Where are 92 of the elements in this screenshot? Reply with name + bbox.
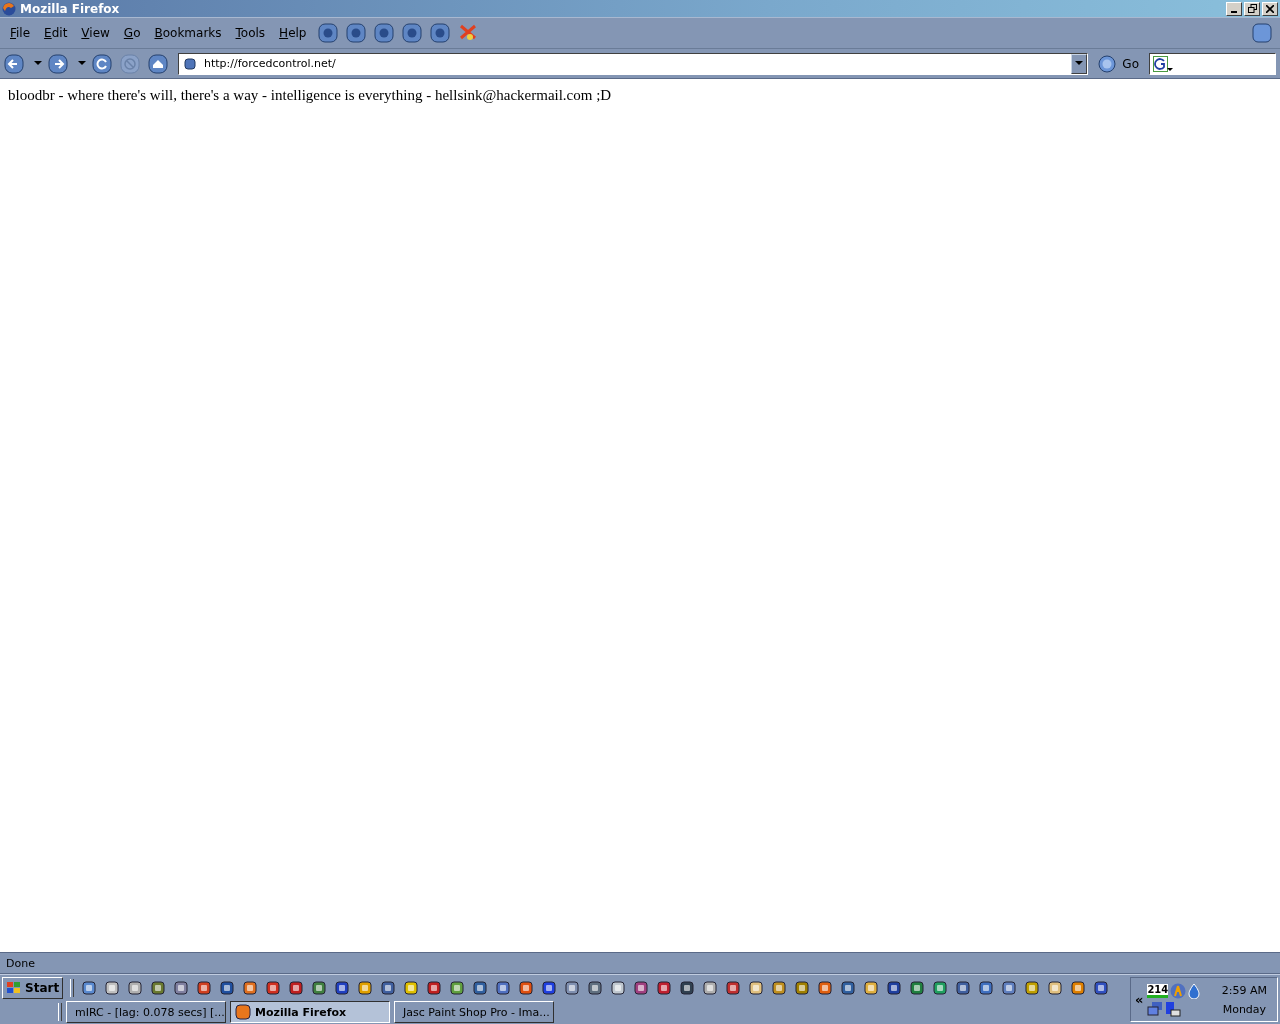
quick-launch-icon[interactable] — [518, 980, 535, 996]
go-button[interactable]: Go — [1092, 54, 1145, 73]
toolbar-round-icon[interactable] — [346, 23, 367, 43]
menu-item[interactable]: Tools — [229, 26, 274, 40]
taskbar-button[interactable]: Jasc Paint Shop Pro - Ima... — [394, 1001, 554, 1023]
window-title: Mozilla Firefox — [20, 1, 120, 16]
quick-launch-icon[interactable] — [219, 980, 236, 996]
quick-launch-icon[interactable] — [426, 980, 443, 996]
status-text: Done — [6, 956, 35, 970]
quick-launch-icon[interactable] — [334, 980, 351, 996]
taskbar-button[interactable]: Mozilla Firefox — [230, 1001, 390, 1023]
quick-launch-icon[interactable] — [863, 980, 880, 996]
windows-logo-icon — [6, 981, 22, 995]
quick-launch-icon[interactable] — [472, 980, 489, 996]
expand-tray-button[interactable]: « — [1135, 992, 1144, 1007]
quick-launch-icon[interactable] — [564, 980, 581, 996]
caret-icon — [1075, 61, 1084, 66]
drop-icon[interactable] — [1188, 982, 1201, 999]
toolbar-round-icon[interactable] — [374, 23, 395, 43]
quick-launch-icon[interactable] — [1024, 980, 1041, 996]
quick-launch-icon[interactable] — [1001, 980, 1018, 996]
quick-launch-icon[interactable] — [817, 980, 834, 996]
menu-item[interactable]: Bookmarks — [148, 26, 230, 40]
counter-indicator: 214 — [1147, 983, 1169, 998]
quick-launch-icon[interactable] — [771, 980, 788, 996]
address-field[interactable]: http://forcedcontrol.net/ — [178, 52, 1089, 75]
quick-launch-icon[interactable] — [955, 980, 972, 996]
quick-launch-icon[interactable] — [265, 980, 282, 996]
minimize-icon — [1231, 10, 1237, 13]
quick-launch-icon[interactable] — [932, 980, 949, 996]
search-engine-icon[interactable] — [1153, 55, 1173, 72]
restore-icon — [1247, 4, 1257, 13]
quick-launch-icon[interactable] — [173, 980, 190, 996]
quick-launch-icon[interactable] — [196, 980, 213, 996]
menu-item[interactable]: Edit — [38, 26, 76, 40]
quick-launch-icon[interactable] — [403, 980, 420, 996]
printer-icon[interactable] — [1165, 1000, 1182, 1017]
menu-item[interactable]: File — [4, 26, 39, 40]
menu-item[interactable]: Go — [117, 26, 149, 40]
quick-launch-icon[interactable] — [702, 980, 719, 996]
page-text: bloodbr - where there's will, there's a way - intelligence is everything - hellsink@hackermail.com ;D — [8, 87, 613, 104]
quick-launch-icon[interactable] — [909, 980, 926, 996]
quick-launch-icon[interactable] — [1070, 980, 1087, 996]
quick-launch-icon[interactable] — [1047, 980, 1064, 996]
search-field[interactable] — [1149, 52, 1276, 75]
quick-launch-icon[interactable] — [978, 980, 995, 996]
quick-launch-icon[interactable] — [725, 980, 742, 996]
quick-launch-icon[interactable] — [495, 980, 512, 996]
quick-launch-icon[interactable] — [288, 980, 305, 996]
app-icon — [235, 1004, 251, 1020]
quick-launch-icon[interactable] — [840, 980, 857, 996]
globe-icon — [2, 1, 16, 16]
quick-launch-icon[interactable] — [357, 980, 374, 996]
quick-launch-icon[interactable] — [449, 980, 466, 996]
dropdown-caret-icon[interactable] — [34, 61, 42, 66]
quick-launch-icon[interactable] — [610, 980, 627, 996]
menu-item[interactable]: Help — [273, 26, 315, 40]
quick-launch-icon[interactable] — [679, 980, 696, 996]
quick-launch-icon[interactable] — [748, 980, 765, 996]
restore-button[interactable] — [1244, 1, 1260, 16]
close-icon — [1266, 4, 1274, 13]
close-button[interactable] — [1262, 1, 1278, 16]
quick-launch-icon[interactable] — [242, 980, 259, 996]
scissors-icon[interactable] — [458, 23, 479, 43]
page-icon — [184, 57, 196, 70]
quick-launch-icon[interactable] — [794, 980, 811, 996]
round-button-icon — [1098, 54, 1117, 73]
clock-day: Monday — [1222, 1002, 1267, 1016]
taskbar-button[interactable]: mIRC - [lag: 0.078 secs] [... — [66, 1001, 226, 1023]
reload-icon[interactable] — [92, 53, 112, 74]
quick-launch-icon[interactable] — [127, 980, 144, 996]
quick-launch-icon[interactable] — [380, 980, 397, 996]
quick-launch-icon[interactable] — [104, 980, 121, 996]
quick-launch-icon[interactable] — [311, 980, 328, 996]
toolbar-round-icon[interactable] — [318, 23, 339, 43]
quick-launch-icon[interactable] — [1093, 980, 1110, 996]
home-icon[interactable] — [148, 53, 168, 74]
minimize-button[interactable] — [1226, 1, 1242, 16]
quick-launch-icon[interactable] — [541, 980, 558, 996]
menu-item[interactable]: View — [75, 26, 118, 40]
dropdown-button[interactable] — [1071, 53, 1088, 74]
clock-time: 2:59 AM — [1221, 983, 1267, 997]
quick-launch-icon[interactable] — [633, 980, 650, 996]
quick-launch-icon[interactable] — [656, 980, 673, 996]
toolbar-round-icon[interactable] — [430, 23, 451, 43]
start-button[interactable]: Start — [2, 977, 64, 999]
quick-launch-icon[interactable] — [150, 980, 167, 996]
quick-launch-icon[interactable] — [886, 980, 903, 996]
quick-launch-icon[interactable] — [81, 980, 98, 996]
toolbar-round-icon[interactable] — [402, 23, 423, 43]
dropdown-caret-icon[interactable] — [78, 61, 86, 66]
quick-launch-icon[interactable] — [587, 980, 604, 996]
